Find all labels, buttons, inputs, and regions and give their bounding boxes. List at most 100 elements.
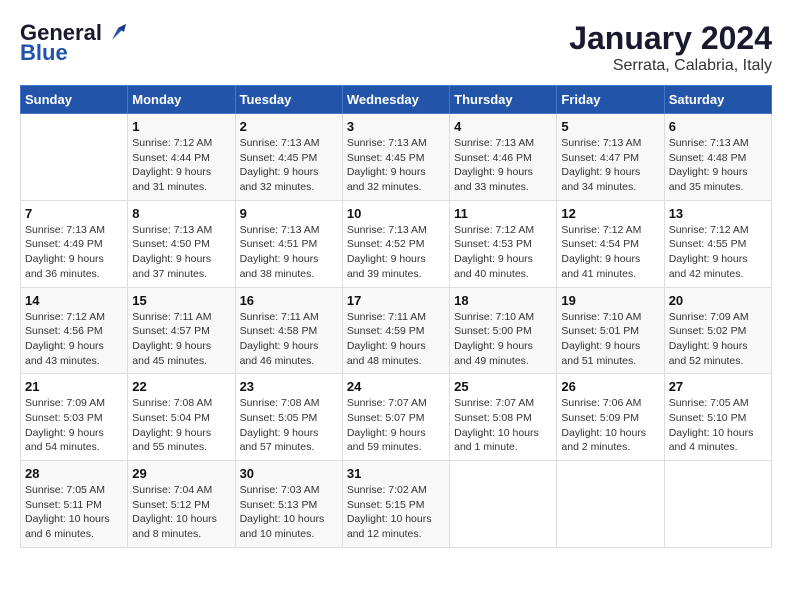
calendar-cell: 13Sunrise: 7:12 AM Sunset: 4:55 PM Dayli…: [664, 200, 771, 287]
calendar-cell: [664, 461, 771, 548]
day-info: Sunrise: 7:07 AM Sunset: 5:08 PM Dayligh…: [454, 396, 552, 455]
calendar-cell: [557, 461, 664, 548]
day-number: 1: [132, 119, 230, 134]
calendar-cell: [21, 114, 128, 201]
calendar-cell: [450, 461, 557, 548]
day-number: 7: [25, 206, 123, 221]
week-row-1: 1 Sunrise: 7:12 AM Sunset: 4:44 PM Daylig…: [21, 114, 772, 201]
day-info: Sunrise: 7:08 AM Sunset: 5:04 PM Dayligh…: [132, 396, 230, 455]
calendar-cell: 4 Sunrise: 7:13 AM Sunset: 4:46 PM Daylig…: [450, 114, 557, 201]
day-info: Sunrise: 7:13 AM Sunset: 4:47 PM Dayligh…: [561, 136, 659, 195]
calendar-cell: 14 Sunrise: 7:12 AM Sunset: 4:56 PM Dayli…: [21, 287, 128, 374]
header-wednesday: Wednesday: [342, 86, 449, 114]
day-number: 9: [240, 206, 338, 221]
day-number: 10: [347, 206, 445, 221]
day-info: Sunrise: 7:12 AM Sunset: 4:44 PM Dayligh…: [132, 136, 230, 195]
logo-blue-text: Blue: [20, 40, 68, 66]
calendar-cell: 21 Sunrise: 7:09 AM Sunset: 5:03 PM Dayli…: [21, 374, 128, 461]
calendar-cell: 11 Sunrise: 7:12 AM Sunset: 4:53 PM Dayli…: [450, 200, 557, 287]
day-number: 26: [561, 379, 659, 394]
day-info: Sunrise: 7:11 AM Sunset: 4:58 PM Dayligh…: [240, 310, 338, 369]
day-info: Sunrise: 7:09 AM Sunset: 5:03 PM Dayligh…: [25, 396, 123, 455]
day-info: Sunrise: 7:10 AM Sunset: 5:01 PM Dayligh…: [561, 310, 659, 369]
header-friday: Friday: [557, 86, 664, 114]
day-info: Sunrise: 7:05 AM Sunset: 5:11 PM Dayligh…: [25, 483, 123, 542]
day-number: 23: [240, 379, 338, 394]
day-number: 11: [454, 206, 552, 221]
day-info: Sunrise: 7:09 AM Sunset: 5:02 PM Dayligh…: [669, 310, 767, 369]
day-info: Sunrise: 7:10 AM Sunset: 5:00 PM Dayligh…: [454, 310, 552, 369]
day-number: 24: [347, 379, 445, 394]
header-saturday: Saturday: [664, 86, 771, 114]
day-number: 28: [25, 466, 123, 481]
day-info: Sunrise: 7:05 AM Sunset: 5:10 PM Dayligh…: [669, 396, 767, 455]
day-info: Sunrise: 7:13 AM Sunset: 4:50 PM Dayligh…: [132, 223, 230, 282]
calendar-cell: 5 Sunrise: 7:13 AM Sunset: 4:47 PM Daylig…: [557, 114, 664, 201]
day-number: 3: [347, 119, 445, 134]
day-info: Sunrise: 7:08 AM Sunset: 5:05 PM Dayligh…: [240, 396, 338, 455]
calendar-cell: 10 Sunrise: 7:13 AM Sunset: 4:52 PM Dayli…: [342, 200, 449, 287]
calendar-cell: 25 Sunrise: 7:07 AM Sunset: 5:08 PM Dayli…: [450, 374, 557, 461]
week-row-2: 7 Sunrise: 7:13 AM Sunset: 4:49 PM Daylig…: [21, 200, 772, 287]
calendar-cell: 6 Sunrise: 7:13 AM Sunset: 4:48 PM Daylig…: [664, 114, 771, 201]
day-number: 2: [240, 119, 338, 134]
calendar-cell: 24 Sunrise: 7:07 AM Sunset: 5:07 PM Dayli…: [342, 374, 449, 461]
day-number: 6: [669, 119, 767, 134]
header-thursday: Thursday: [450, 86, 557, 114]
location-title: Serrata, Calabria, Italy: [569, 57, 772, 75]
day-info: Sunrise: 7:13 AM Sunset: 4:48 PM Dayligh…: [669, 136, 767, 195]
day-info: Sunrise: 7:12 AM Sunset: 4:56 PM Dayligh…: [25, 310, 123, 369]
day-number: 5: [561, 119, 659, 134]
day-number: 31: [347, 466, 445, 481]
day-number: 12: [561, 206, 659, 221]
header-sunday: Sunday: [21, 86, 128, 114]
calendar-cell: 12 Sunrise: 7:12 AM Sunset: 4:54 PM Dayli…: [557, 200, 664, 287]
day-number: 29: [132, 466, 230, 481]
calendar-cell: 29 Sunrise: 7:04 AM Sunset: 5:12 PM Dayli…: [128, 461, 235, 548]
logo: General Blue: [20, 20, 126, 66]
calendar-header-row: SundayMondayTuesdayWednesdayThursdayFrid…: [21, 86, 772, 114]
page-header: General Blue January 2024 Serrata, Calab…: [20, 20, 772, 75]
calendar-cell: 7 Sunrise: 7:13 AM Sunset: 4:49 PM Daylig…: [21, 200, 128, 287]
day-number: 15: [132, 293, 230, 308]
calendar-cell: 2Sunrise: 7:13 AM Sunset: 4:45 PM Daylig…: [235, 114, 342, 201]
day-number: 22: [132, 379, 230, 394]
calendar-cell: 27 Sunrise: 7:05 AM Sunset: 5:10 PM Dayli…: [664, 374, 771, 461]
calendar-cell: 3 Sunrise: 7:13 AM Sunset: 4:45 PM Daylig…: [342, 114, 449, 201]
calendar-cell: 19Sunrise: 7:10 AM Sunset: 5:01 PM Dayli…: [557, 287, 664, 374]
day-info: Sunrise: 7:12 AM Sunset: 4:54 PM Dayligh…: [561, 223, 659, 282]
day-info: Sunrise: 7:13 AM Sunset: 4:49 PM Dayligh…: [25, 223, 123, 282]
calendar-cell: 23 Sunrise: 7:08 AM Sunset: 5:05 PM Dayli…: [235, 374, 342, 461]
day-info: Sunrise: 7:06 AM Sunset: 5:09 PM Dayligh…: [561, 396, 659, 455]
day-info: Sunrise: 7:13 AM Sunset: 4:52 PM Dayligh…: [347, 223, 445, 282]
calendar-cell: 9 Sunrise: 7:13 AM Sunset: 4:51 PM Daylig…: [235, 200, 342, 287]
day-info: Sunrise: 7:07 AM Sunset: 5:07 PM Dayligh…: [347, 396, 445, 455]
day-number: 27: [669, 379, 767, 394]
day-info: Sunrise: 7:12 AM Sunset: 4:53 PM Dayligh…: [454, 223, 552, 282]
day-info: Sunrise: 7:13 AM Sunset: 4:46 PM Dayligh…: [454, 136, 552, 195]
day-info: Sunrise: 7:04 AM Sunset: 5:12 PM Dayligh…: [132, 483, 230, 542]
day-info: Sunrise: 7:13 AM Sunset: 4:45 PM Dayligh…: [347, 136, 445, 195]
day-number: 16: [240, 293, 338, 308]
header-tuesday: Tuesday: [235, 86, 342, 114]
calendar-cell: 17Sunrise: 7:11 AM Sunset: 4:59 PM Dayli…: [342, 287, 449, 374]
day-number: 25: [454, 379, 552, 394]
day-number: 21: [25, 379, 123, 394]
day-number: 14: [25, 293, 123, 308]
title-block: January 2024 Serrata, Calabria, Italy: [569, 20, 772, 75]
day-number: 4: [454, 119, 552, 134]
week-row-4: 21 Sunrise: 7:09 AM Sunset: 5:03 PM Dayli…: [21, 374, 772, 461]
day-info: Sunrise: 7:12 AM Sunset: 4:55 PM Dayligh…: [669, 223, 767, 282]
calendar-cell: 30Sunrise: 7:03 AM Sunset: 5:13 PM Dayli…: [235, 461, 342, 548]
day-number: 30: [240, 466, 338, 481]
month-title: January 2024: [569, 20, 772, 57]
day-info: Sunrise: 7:13 AM Sunset: 4:51 PM Dayligh…: [240, 223, 338, 282]
calendar-cell: 31Sunrise: 7:02 AM Sunset: 5:15 PM Dayli…: [342, 461, 449, 548]
logo-bird-icon: [104, 22, 126, 44]
calendar-cell: 20Sunrise: 7:09 AM Sunset: 5:02 PM Dayli…: [664, 287, 771, 374]
day-number: 17: [347, 293, 445, 308]
calendar-cell: 28 Sunrise: 7:05 AM Sunset: 5:11 PM Dayli…: [21, 461, 128, 548]
calendar-cell: 26 Sunrise: 7:06 AM Sunset: 5:09 PM Dayli…: [557, 374, 664, 461]
header-monday: Monday: [128, 86, 235, 114]
day-number: 18: [454, 293, 552, 308]
